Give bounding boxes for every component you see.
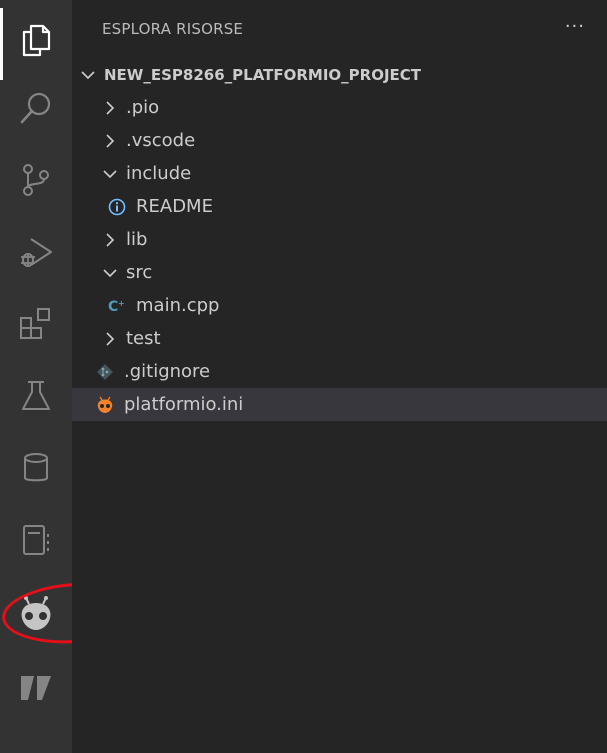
bookmark-flag-icon	[21, 676, 51, 700]
platformio-icon	[21, 596, 51, 630]
source-control-icon	[23, 164, 49, 196]
tree-item-readme[interactable]: README	[72, 190, 607, 223]
tree-item-label: lib	[126, 229, 148, 250]
activity-bar	[0, 0, 72, 753]
database-activity-button[interactable]	[0, 432, 72, 504]
run-debug-activity-button[interactable]	[0, 216, 72, 288]
tree-item-label: include	[126, 163, 192, 184]
sidebar-title: ESPLORA RISORSE	[102, 20, 244, 38]
platformio-activity-button[interactable]	[0, 578, 72, 650]
chevron-right-icon	[106, 100, 115, 115]
source-control-activity-button[interactable]	[0, 144, 72, 216]
tree-item-label: .vscode	[126, 130, 196, 151]
tree-item-include[interactable]: include	[72, 157, 607, 190]
explorer-sidebar: ESPLORA RISORSE ··· NEW_ESP8266_PLATFORM…	[72, 0, 607, 753]
notebook-activity-button[interactable]	[0, 504, 72, 576]
notebook-icon	[23, 525, 49, 555]
search-icon	[20, 92, 51, 124]
tree-item-platformio-ini[interactable]: platformio.ini	[72, 388, 607, 421]
svg-text:C: C	[108, 299, 118, 315]
git-file-icon	[97, 363, 113, 380]
tree-item-label: platformio.ini	[124, 394, 244, 415]
explorer-activity-button[interactable]	[0, 4, 72, 80]
tree-item-label: .pio	[126, 97, 160, 118]
chevron-down-icon	[81, 70, 95, 79]
tree-item-gitignore[interactable]: .gitignore	[72, 355, 607, 388]
tree-item-lib[interactable]: lib	[72, 223, 607, 256]
sidebar-header: ESPLORA RISORSE ···	[72, 0, 607, 62]
tree-root[interactable]: NEW_ESP8266_PLATFORMIO_PROJECT	[72, 58, 607, 91]
extensions-activity-button[interactable]	[0, 288, 72, 360]
tree-item-pio[interactable]: .pio	[72, 91, 607, 124]
tree-item-src[interactable]: src	[72, 256, 607, 289]
chevron-down-icon	[103, 268, 117, 277]
root-folder-label: NEW_ESP8266_PLATFORMIO_PROJECT	[104, 65, 422, 84]
tree-item-test[interactable]: test	[72, 322, 607, 355]
tree-item-label: README	[136, 196, 213, 217]
database-icon	[24, 453, 48, 482]
vscode-window: ESPLORA RISORSE ··· NEW_ESP8266_PLATFORM…	[0, 0, 607, 753]
tree-item-label: src	[126, 262, 153, 283]
more-actions-button[interactable]: ···	[565, 16, 585, 37]
cpp-file-icon: C +	[108, 299, 125, 315]
svg-text:+: +	[118, 299, 125, 308]
testing-icon	[22, 381, 50, 410]
extensions-icon	[20, 308, 50, 339]
chevron-right-icon	[106, 331, 115, 346]
chevron-right-icon	[106, 133, 115, 148]
chevron-right-icon	[106, 232, 115, 247]
run-debug-icon	[21, 238, 52, 267]
tree-item-main-cpp[interactable]: C + main.cpp	[72, 289, 607, 322]
tree-item-vscode[interactable]: .vscode	[72, 124, 607, 157]
chevron-down-icon	[103, 169, 117, 178]
platformio-file-icon	[97, 396, 113, 413]
bookmark-activity-button[interactable]	[0, 652, 72, 724]
tree-item-label: .gitignore	[124, 361, 211, 382]
explorer-icon	[22, 24, 51, 57]
search-activity-button[interactable]	[0, 72, 72, 144]
tree-item-label: main.cpp	[136, 295, 220, 316]
info-icon	[108, 198, 126, 215]
testing-activity-button[interactable]	[0, 360, 72, 432]
tree-item-label: test	[126, 328, 161, 349]
